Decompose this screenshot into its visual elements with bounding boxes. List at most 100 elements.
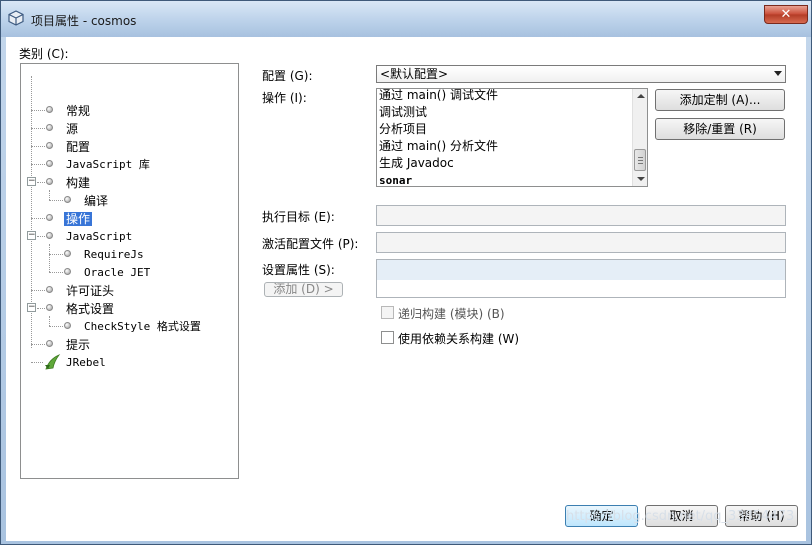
list-item[interactable]: 分析项目 xyxy=(379,121,427,138)
tree-item-formatting[interactable]: 格式设置 xyxy=(64,300,116,318)
actions-list[interactable]: 通过 main() 调试文件 调试测试 分析项目 通过 main() 分析文件 … xyxy=(376,88,648,187)
collapse-toggle-icon[interactable]: − xyxy=(27,303,36,312)
exec-goals-field xyxy=(376,205,786,226)
tree-item-actions[interactable]: 操作 xyxy=(64,210,93,228)
watermark-text: https://blog.csdn.net/qq_33854473 xyxy=(566,509,795,524)
tree-item-general[interactable]: 常规 xyxy=(64,102,92,120)
tree-item-label: 配置 xyxy=(66,140,91,154)
add-custom-button[interactable]: 添加定制 (A)... xyxy=(655,89,785,111)
tree-item-sources[interactable]: 源 xyxy=(64,120,80,138)
actions-label: 操作 (I): xyxy=(262,91,307,105)
tree-item-build[interactable]: 构建 xyxy=(64,174,92,192)
scroll-down-icon[interactable] xyxy=(637,177,645,181)
tree-item-label: JRebel xyxy=(66,356,106,369)
tree-item-configuration[interactable]: 配置 xyxy=(64,138,92,156)
tree-item-label: Oracle JET xyxy=(84,266,151,279)
tree-item-hints[interactable]: 提示 xyxy=(64,336,92,354)
leaf-node-icon xyxy=(46,232,53,239)
config-select-value: <默认配置> xyxy=(380,67,449,81)
tree-guide xyxy=(37,236,45,237)
leaf-node-icon xyxy=(46,142,53,149)
actions-scrollbar[interactable] xyxy=(632,89,647,186)
leaf-node-icon xyxy=(46,178,53,185)
tree-item-compile[interactable]: 编译 xyxy=(82,192,110,210)
tree-item-oracle-jet[interactable]: Oracle JET xyxy=(82,264,152,282)
tree-item-label: 许可证头 xyxy=(66,284,115,298)
leaf-node-icon xyxy=(46,214,53,221)
tree-guide xyxy=(31,164,45,165)
tree-guide xyxy=(31,128,45,129)
window-title: 项目属性 - cosmos xyxy=(31,14,137,28)
activate-profiles-label: 激活配置文件 (P): xyxy=(262,237,359,251)
remove-reset-button[interactable]: 移除/重置 (R) xyxy=(655,118,785,140)
tree-guide xyxy=(31,290,45,291)
list-item[interactable]: 通过 main() 分析文件 xyxy=(379,138,498,155)
category-tree[interactable]: 常规 源 配置 JavaScript 库 − 构建 编译 操作 − JavaSc… xyxy=(20,63,239,479)
leaf-node-icon xyxy=(64,322,71,329)
recursive-build-checkbox[interactable] xyxy=(381,306,394,319)
tree-guide xyxy=(31,110,45,111)
tree-guide xyxy=(49,200,63,201)
tree-guide xyxy=(31,218,45,219)
tree-guide xyxy=(49,316,50,326)
tree-item-jrebel[interactable]: JRebel xyxy=(64,354,108,372)
leaf-node-icon xyxy=(64,250,71,257)
collapse-toggle-icon[interactable]: − xyxy=(27,231,36,240)
list-item[interactable]: 通过 main() 调试文件 xyxy=(379,89,498,104)
tree-item-javascript[interactable]: JavaScript xyxy=(64,228,134,246)
config-select[interactable]: <默认配置> xyxy=(376,65,786,83)
recursive-build-label: 递归构建 (模块) (B) xyxy=(398,307,505,321)
tree-guide xyxy=(49,272,63,273)
chevron-down-icon xyxy=(774,71,782,76)
leaf-node-icon xyxy=(46,124,53,131)
list-item[interactable]: sonar xyxy=(379,172,412,186)
collapse-toggle-icon[interactable]: − xyxy=(27,177,36,186)
tree-item-label: JavaScript 库 xyxy=(66,158,150,171)
tree-item-label: 提示 xyxy=(66,338,91,352)
leaf-node-icon xyxy=(46,340,53,347)
tree-guide xyxy=(31,146,45,147)
properties-dialog: 项目属性 - cosmos ✕ 类别 (C): 常规 源 配置 JavaScri… xyxy=(0,0,812,545)
tree-item-label: JavaScript xyxy=(66,230,133,243)
leaf-node-icon xyxy=(64,268,71,275)
tree-item-label: 编译 xyxy=(84,194,109,208)
close-button[interactable]: ✕ xyxy=(764,5,808,24)
exec-goals-label: 执行目标 (E): xyxy=(262,210,335,224)
build-with-deps-checkbox[interactable] xyxy=(381,331,394,344)
tree-item-label: 构建 xyxy=(66,176,91,190)
tree-guide xyxy=(37,182,45,183)
tree-item-label: RequireJs xyxy=(84,248,144,261)
tree-item-requirejs[interactable]: RequireJs xyxy=(82,246,146,264)
tree-item-label: 源 xyxy=(66,122,79,136)
scroll-up-icon[interactable] xyxy=(637,94,645,98)
list-item[interactable]: 生成 Javadoc xyxy=(379,155,454,172)
tree-item-license-headers[interactable]: 许可证头 xyxy=(64,282,116,300)
tree-item-label: CheckStyle 格式设置 xyxy=(84,320,201,333)
config-label: 配置 (G): xyxy=(262,69,313,83)
set-properties-label: 设置属性 (S): xyxy=(262,263,335,277)
categories-label: 类别 (C): xyxy=(19,47,69,61)
title-bar[interactable]: 项目属性 - cosmos ✕ xyxy=(1,1,811,37)
dialog-content: 类别 (C): 常规 源 配置 JavaScript 库 − 构建 编译 操作 … xyxy=(6,37,806,541)
tree-guide xyxy=(31,362,43,363)
tree-item-javascript-libraries[interactable]: JavaScript 库 xyxy=(64,156,152,174)
activate-profiles-field xyxy=(376,232,786,253)
tree-guide xyxy=(49,326,63,327)
scroll-thumb[interactable] xyxy=(634,149,646,171)
tree-item-label: 操作 xyxy=(64,212,93,226)
project-cube-icon xyxy=(8,10,24,26)
jrebel-icon xyxy=(45,354,61,370)
leaf-node-icon xyxy=(46,286,53,293)
properties-area[interactable] xyxy=(376,259,786,298)
tree-guide xyxy=(49,244,50,272)
build-with-deps-label: 使用依赖关系构建 (W) xyxy=(398,332,520,346)
tree-item-checkstyle-formatting[interactable]: CheckStyle 格式设置 xyxy=(82,318,203,336)
leaf-node-icon xyxy=(64,196,71,203)
tree-guide xyxy=(31,344,45,345)
list-item[interactable]: 调试测试 xyxy=(379,104,427,121)
add-property-button[interactable]: 添加 (D) > xyxy=(264,282,343,297)
leaf-node-icon xyxy=(46,304,53,311)
tree-guide xyxy=(49,190,50,200)
tree-item-label: 常规 xyxy=(66,104,91,118)
leaf-node-icon xyxy=(46,106,53,113)
